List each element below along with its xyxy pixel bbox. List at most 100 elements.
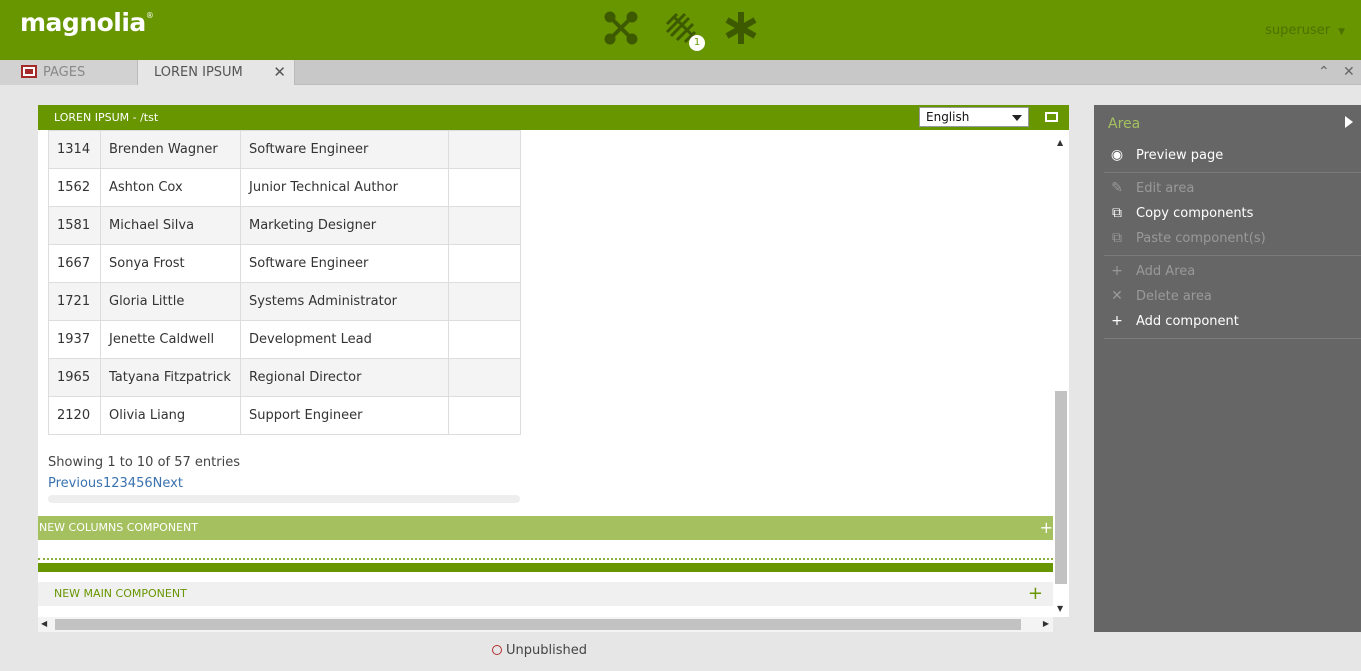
close-app-icon[interactable]: ✕ (1343, 60, 1355, 85)
scroll-left-icon[interactable]: ◀ (41, 619, 47, 628)
chevron-down-icon (1012, 115, 1022, 121)
pager-page-4[interactable]: 4 (128, 476, 136, 491)
scroll-right-icon[interactable]: ▶ (1043, 619, 1049, 628)
scroll-down-icon[interactable]: ▼ (1057, 604, 1063, 613)
cell-name: Tatyana Fitzpatrick (100, 358, 241, 397)
cell-id: 2120 (48, 396, 101, 435)
cell-position: Software Engineer (240, 130, 449, 169)
username: superuser (1265, 23, 1331, 38)
area-border (38, 563, 1053, 572)
cell-position: Junior Technical Author (240, 168, 449, 207)
cell-empty (448, 396, 521, 435)
pager-page-1[interactable]: 1 (103, 476, 111, 491)
scroll-up-icon[interactable]: ▲ (1057, 138, 1063, 147)
page-editor-header: LOREN IPSUM - /tst English (38, 105, 1069, 130)
top-bar: magnolia® 1 superuser ▼ (0, 0, 1361, 60)
cell-name: Ashton Cox (100, 168, 241, 207)
cell-id: 1965 (48, 358, 101, 397)
action-edit-area[interactable]: ✎ Edit area (1108, 178, 1194, 198)
table-row: 1581 Michael Silva Marketing Designer (48, 206, 521, 245)
status-circle-icon (492, 645, 502, 655)
add-component-icon[interactable]: + (1040, 516, 1053, 540)
action-copy-components[interactable]: ⧉ Copy components (1108, 203, 1253, 223)
area-divider (38, 558, 1053, 560)
employee-table: 1314 Brenden Wagner Software Engineer 1562 A… (48, 130, 521, 435)
cell-position: Development Lead (240, 320, 449, 359)
collapse-icon[interactable]: ⌃ (1318, 60, 1330, 85)
cell-name: Gloria Little (100, 282, 241, 321)
cell-empty (448, 130, 521, 169)
table-row: 2120 Olivia Liang Support Engineer (48, 396, 521, 435)
pager-page-2[interactable]: 2 (111, 476, 119, 491)
new-columns-component-bar[interactable]: NEW COLUMNS COMPONENT + (38, 516, 1053, 540)
action-bar-title: Area (1108, 116, 1141, 132)
table-info: Showing 1 to 10 of 57 entries (48, 455, 240, 470)
language-value: English (926, 110, 970, 124)
action-add-area[interactable]: + Add Area (1108, 261, 1195, 281)
vertical-scrollbar[interactable]: ▲ ▼ (1053, 130, 1069, 617)
table-scrollbar[interactable] (48, 495, 520, 503)
plus-icon: + (1111, 313, 1123, 329)
action-preview-page[interactable]: ◉ Preview page (1108, 145, 1223, 165)
paste-icon: ⧉ (1112, 230, 1122, 246)
cell-id: 1581 (48, 206, 101, 245)
cell-position: Regional Director (240, 358, 449, 397)
new-columns-label: NEW COLUMNS COMPONENT (39, 521, 198, 534)
cell-position: Marketing Designer (240, 206, 449, 245)
plus-icon: + (1111, 263, 1123, 279)
divider (1104, 172, 1361, 173)
horizontal-scrollbar[interactable]: ◀ ▶ (38, 617, 1053, 632)
pager-previous[interactable]: Previous (48, 476, 103, 491)
scroll-thumb[interactable] (55, 619, 1021, 630)
add-component-icon[interactable]: + (1028, 582, 1043, 606)
language-select[interactable]: English (919, 107, 1029, 127)
table-row: 1937 Jenette Caldwell Development Lead (48, 320, 521, 359)
pages-icon (21, 65, 37, 78)
favorites-icon[interactable] (723, 10, 759, 46)
pencil-icon: ✎ (1111, 180, 1123, 196)
apps-launcher-icon[interactable] (603, 10, 639, 46)
cell-position: Systems Administrator (240, 282, 449, 321)
action-delete-area[interactable]: ✕ Delete area (1108, 286, 1212, 306)
table-row: 1314 Brenden Wagner Software Engineer (48, 130, 521, 169)
new-main-label: NEW MAIN COMPONENT (54, 587, 187, 600)
user-menu[interactable]: superuser ▼ (1265, 23, 1345, 38)
cell-empty (448, 320, 521, 359)
cell-name: Jenette Caldwell (100, 320, 241, 359)
page-preview-canvas: 1314 Brenden Wagner Software Engineer 1562 A… (38, 130, 1053, 617)
divider (1104, 255, 1361, 256)
new-main-component-bar[interactable]: NEW MAIN COMPONENT + (38, 582, 1053, 606)
eye-icon: ◉ (1110, 147, 1124, 163)
close-icon[interactable]: ✕ (273, 60, 286, 85)
tab-pages[interactable]: PAGES (0, 60, 138, 85)
close-icon: ✕ (1111, 288, 1123, 304)
publish-status: Unpublished (492, 643, 587, 658)
scroll-thumb[interactable] (1055, 391, 1067, 584)
action-add-component[interactable]: + Add component (1108, 311, 1239, 331)
pager-page-3[interactable]: 3 (120, 476, 128, 491)
chevron-down-icon: ▼ (1338, 27, 1345, 37)
cell-id: 1721 (48, 282, 101, 321)
cell-empty (448, 282, 521, 321)
notification-badge[interactable]: 1 (689, 35, 705, 51)
collapse-arrow-icon[interactable] (1345, 116, 1353, 128)
tab-label: PAGES (43, 65, 86, 80)
fullscreen-icon[interactable] (1045, 112, 1058, 122)
cell-name: Michael Silva (100, 206, 241, 245)
divider (1104, 338, 1361, 339)
magnolia-logo[interactable]: magnolia® (20, 8, 154, 37)
action-paste-components[interactable]: ⧉ Paste component(s) (1108, 228, 1266, 248)
pagination: Previous123456Next (48, 476, 183, 491)
cell-id: 1562 (48, 168, 101, 207)
cell-position: Support Engineer (240, 396, 449, 435)
cell-empty (448, 244, 521, 283)
copy-icon: ⧉ (1112, 205, 1122, 221)
pager-next[interactable]: Next (153, 476, 183, 491)
tab-bar: PAGES LOREN IPSUM ✕ ⌃ ✕ (0, 60, 1361, 85)
cell-empty (448, 206, 521, 245)
table-row: 1667 Sonya Frost Software Engineer (48, 244, 521, 283)
scroll-corner (1053, 617, 1069, 632)
pager-page-6[interactable]: 6 (144, 476, 152, 491)
cell-name: Sonya Frost (100, 244, 241, 283)
tab-loren-ipsum[interactable]: LOREN IPSUM ✕ (138, 60, 295, 85)
